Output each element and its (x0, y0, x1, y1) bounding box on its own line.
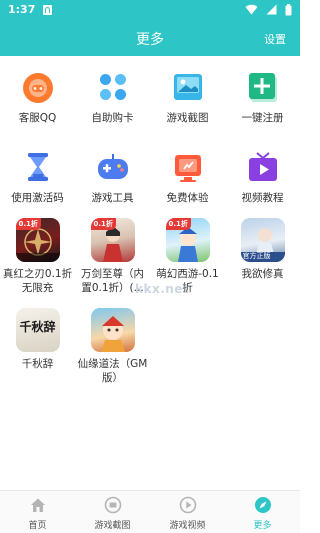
tool-video-tutorial[interactable]: 视频教程 (225, 148, 300, 205)
game-item[interactable]: 官方正版 我欲修真 (225, 218, 300, 281)
tool-game-tools[interactable]: 游戏工具 (75, 148, 150, 205)
tool-activation-code[interactable]: 使用激活码 (0, 148, 75, 205)
compass-icon (254, 496, 272, 514)
tool-label: 视频教程 (241, 192, 284, 204)
tool-label: 游戏工具 (91, 192, 134, 204)
game-item[interactable]: 千秋辞 千秋辞 (0, 308, 75, 371)
tool-free-trial[interactable]: 免费体验 (150, 148, 225, 205)
tool-one-click-register[interactable]: 一键注册 (225, 68, 300, 125)
game-icon-calligraphy: 千秋辞 (19, 320, 56, 334)
gamepad-icon (94, 148, 132, 186)
discount-badge: 0.1折 (165, 218, 191, 230)
game-icon: 千秋辞 (15, 308, 60, 352)
tab-label: 更多 (253, 521, 272, 531)
customer-service-icon (19, 68, 57, 106)
status-bar: 1:37 (0, 0, 300, 20)
bottom-tab-bar: 首页 游戏截图 游戏视频 更多 (0, 490, 300, 533)
watermark: kkx.net (135, 282, 190, 296)
home-icon (29, 496, 47, 514)
game-title: 我欲修真 (241, 268, 284, 280)
register-icon (244, 68, 282, 106)
notification-icon (43, 5, 52, 15)
tool-game-screenshots[interactable]: 游戏截图 (150, 68, 225, 125)
status-time: 1:37 (8, 3, 36, 16)
tab-screenshots[interactable]: 游戏截图 (75, 496, 150, 531)
tool-label: 游戏截图 (166, 112, 209, 124)
tab-more[interactable]: 更多 (225, 496, 300, 531)
tab-label: 首页 (28, 521, 47, 531)
tool-card-purchase[interactable]: 自助购卡 (75, 68, 150, 125)
tool-label: 使用激活码 (11, 192, 64, 204)
wifi-icon (245, 4, 258, 15)
official-badge: 官方正版 (242, 252, 271, 260)
game-icon (90, 308, 135, 352)
game-icon: 0.1折 (15, 218, 60, 262)
tool-label: 自助购卡 (91, 112, 134, 124)
system-icons (242, 4, 292, 16)
tool-label: 客服QQ (18, 112, 57, 124)
screenshot-icon (169, 68, 207, 106)
tab-home[interactable]: 首页 (0, 496, 75, 531)
game-title: 仙缘道法（GM版） (77, 358, 148, 384)
battery-icon (285, 4, 292, 16)
hourglass-icon (19, 148, 57, 186)
game-icon: 官方正版 (240, 218, 285, 262)
game-item[interactable]: 仙缘道法（GM版） (75, 308, 150, 385)
tool-label: 免费体验 (166, 192, 209, 204)
card-purchase-icon (94, 68, 132, 106)
discount-badge: 0.1折 (90, 218, 116, 230)
free-trial-icon (169, 148, 207, 186)
settings-button[interactable]: 设置 (264, 31, 286, 47)
tab-label: 游戏截图 (94, 521, 131, 531)
page-title: 更多 (136, 32, 164, 48)
tab-label: 游戏视频 (169, 521, 206, 531)
game-title: 真红之刃0.1折无限充 (2, 268, 73, 294)
game-title: 千秋辞 (21, 358, 54, 370)
video-tutorial-icon (244, 148, 282, 186)
game-icon: 0.1折 (165, 218, 210, 262)
signal-icon (266, 4, 277, 15)
game-item[interactable]: 0.1折 真红之刃0.1折无限充 (0, 218, 75, 295)
tab-videos[interactable]: 游戏视频 (150, 496, 225, 531)
tool-customer-service-qq[interactable]: 客服QQ (0, 68, 75, 125)
screenshot-icon (104, 496, 122, 514)
game-icon: 0.1折 (90, 218, 135, 262)
top-app-bar: 更多 设置 (0, 20, 300, 56)
discount-badge: 0.1折 (15, 218, 41, 230)
play-icon (179, 496, 197, 514)
tool-label: 一键注册 (241, 112, 284, 124)
